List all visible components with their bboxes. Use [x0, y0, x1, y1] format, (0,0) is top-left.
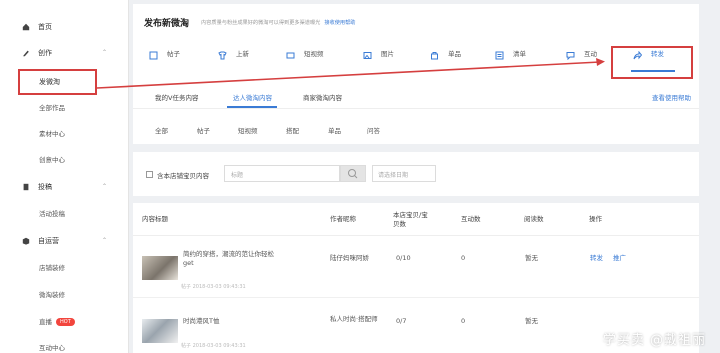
watermark: 学买卖 @戴祖丽 — [602, 333, 706, 348]
arrow-head-icon — [596, 58, 605, 66]
annotation-arrow — [96, 58, 605, 89]
